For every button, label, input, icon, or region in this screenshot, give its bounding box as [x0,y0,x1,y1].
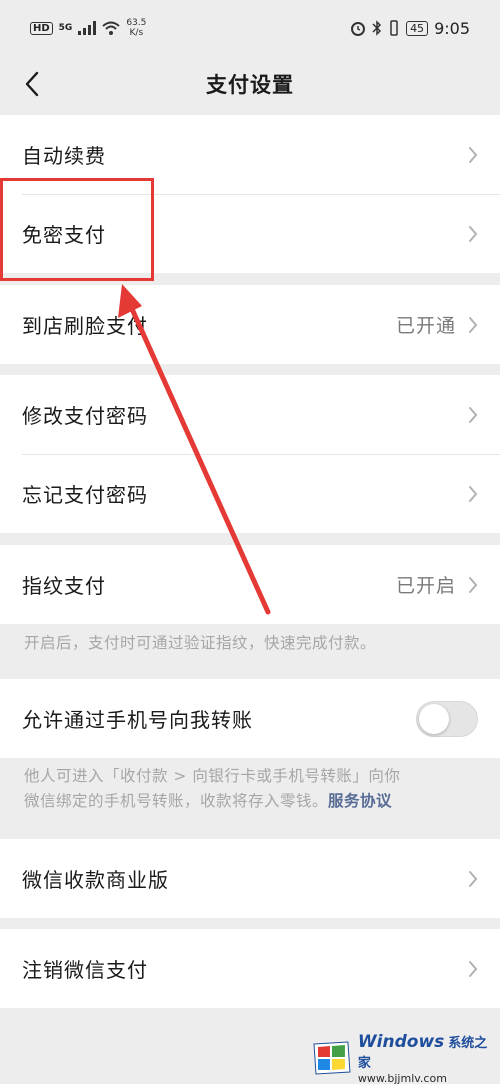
battery-icon: 45 [406,20,429,36]
speed-unit: K/s [129,28,144,38]
back-button[interactable] [10,62,54,106]
watermark-url: www.bjjmlv.com [357,1071,447,1084]
network-label: 5G [58,23,73,33]
group-merchant: 微信收款商业版 [0,839,500,918]
status-bar: HD 5G 63.5 K/s 45 9:05 [0,0,500,56]
wifi-icon [102,21,120,35]
fingerprint-pay-label: 指纹支付 [22,574,106,598]
status-right: 45 9:05 [350,19,470,38]
service-agreement-link[interactable]: 服务协议 [328,792,392,810]
signal-icon [78,21,97,35]
merchant-label: 微信收款商业版 [22,868,169,892]
merchant-row[interactable]: 微信收款商业版 [0,839,500,918]
group-phone-transfer: 允许通过手机号向我转账 [0,679,500,758]
chevron-left-icon [25,71,39,97]
hd-badge: HD [30,21,53,35]
chevron-right-icon [469,406,478,423]
fingerprint-pay-status: 已开启 [395,575,456,597]
annotation-highlight-box [0,178,154,281]
change-password-label: 修改支付密码 [22,404,148,428]
forgot-password-label: 忘记支付密码 [22,483,148,507]
windows-logo-icon [313,1041,351,1075]
phone-transfer-note: 他人可进入「收付款 > 向银行卡或手机号转账」向你 微信绑定的手机号转账，收款将… [0,764,500,814]
face-pay-row[interactable]: 到店刷脸支付 已开通 [0,285,500,364]
cancel-pay-label: 注销微信支付 [22,958,148,982]
chevron-right-icon [469,870,478,887]
page-title: 支付设置 [206,73,294,97]
watermark: Windows 系统之家 www.bjjmlv.com [310,1032,500,1084]
bluetooth-icon [372,20,382,36]
fingerprint-note: 开启后，支付时可通过验证指纹，快速完成付款。 [24,634,377,652]
alarm-icon [351,22,366,36]
toggle-knob [419,703,449,734]
group-fingerprint: 指纹支付 已开启 [0,545,500,624]
note-line-2: 微信绑定的手机号转账，收款将存入零钱。服务协议 [24,789,476,814]
group-password: 修改支付密码 忘记支付密码 [0,375,500,533]
watermark-brand-en: Windows [357,1031,445,1052]
speed-value: 63.5 [126,18,147,28]
status-left: HD 5G 63.5 K/s [30,18,146,38]
face-pay-status: 已开通 [395,315,456,337]
nav-bar: 支付设置 [0,56,500,112]
forgot-password-row[interactable]: 忘记支付密码 [0,454,500,533]
group-cancel-pay: 注销微信支付 [0,929,500,1008]
phone-transfer-label: 允许通过手机号向我转账 [22,708,253,732]
chevron-right-icon [469,485,478,502]
note-line-2-text: 微信绑定的手机号转账，收款将存入零钱。 [24,792,329,810]
cancel-pay-row[interactable]: 注销微信支付 [0,929,500,1008]
chevron-right-icon [469,146,478,163]
group-face-pay: 到店刷脸支付 已开通 [0,285,500,364]
vibrate-icon [390,20,398,36]
change-password-row[interactable]: 修改支付密码 [0,375,500,454]
clock: 9:05 [434,18,470,38]
fingerprint-pay-row[interactable]: 指纹支付 已开启 [0,545,500,624]
auto-renew-label: 自动续费 [22,144,106,168]
chevron-right-icon [469,960,478,977]
chevron-right-icon [469,576,478,593]
chevron-right-icon [469,225,478,242]
watermark-brand: Windows 系统之家 [358,1032,500,1072]
network-speed: 63.5 K/s [126,18,146,38]
watermark-text: Windows 系统之家 www.bjjmlv.com [358,1032,500,1084]
face-pay-label: 到店刷脸支付 [22,314,148,338]
note-line-1: 他人可进入「收付款 > 向银行卡或手机号转账」向你 [24,767,401,785]
phone-transfer-row: 允许通过手机号向我转账 [0,679,500,758]
chevron-right-icon [469,316,478,333]
phone-transfer-toggle[interactable] [416,700,478,737]
